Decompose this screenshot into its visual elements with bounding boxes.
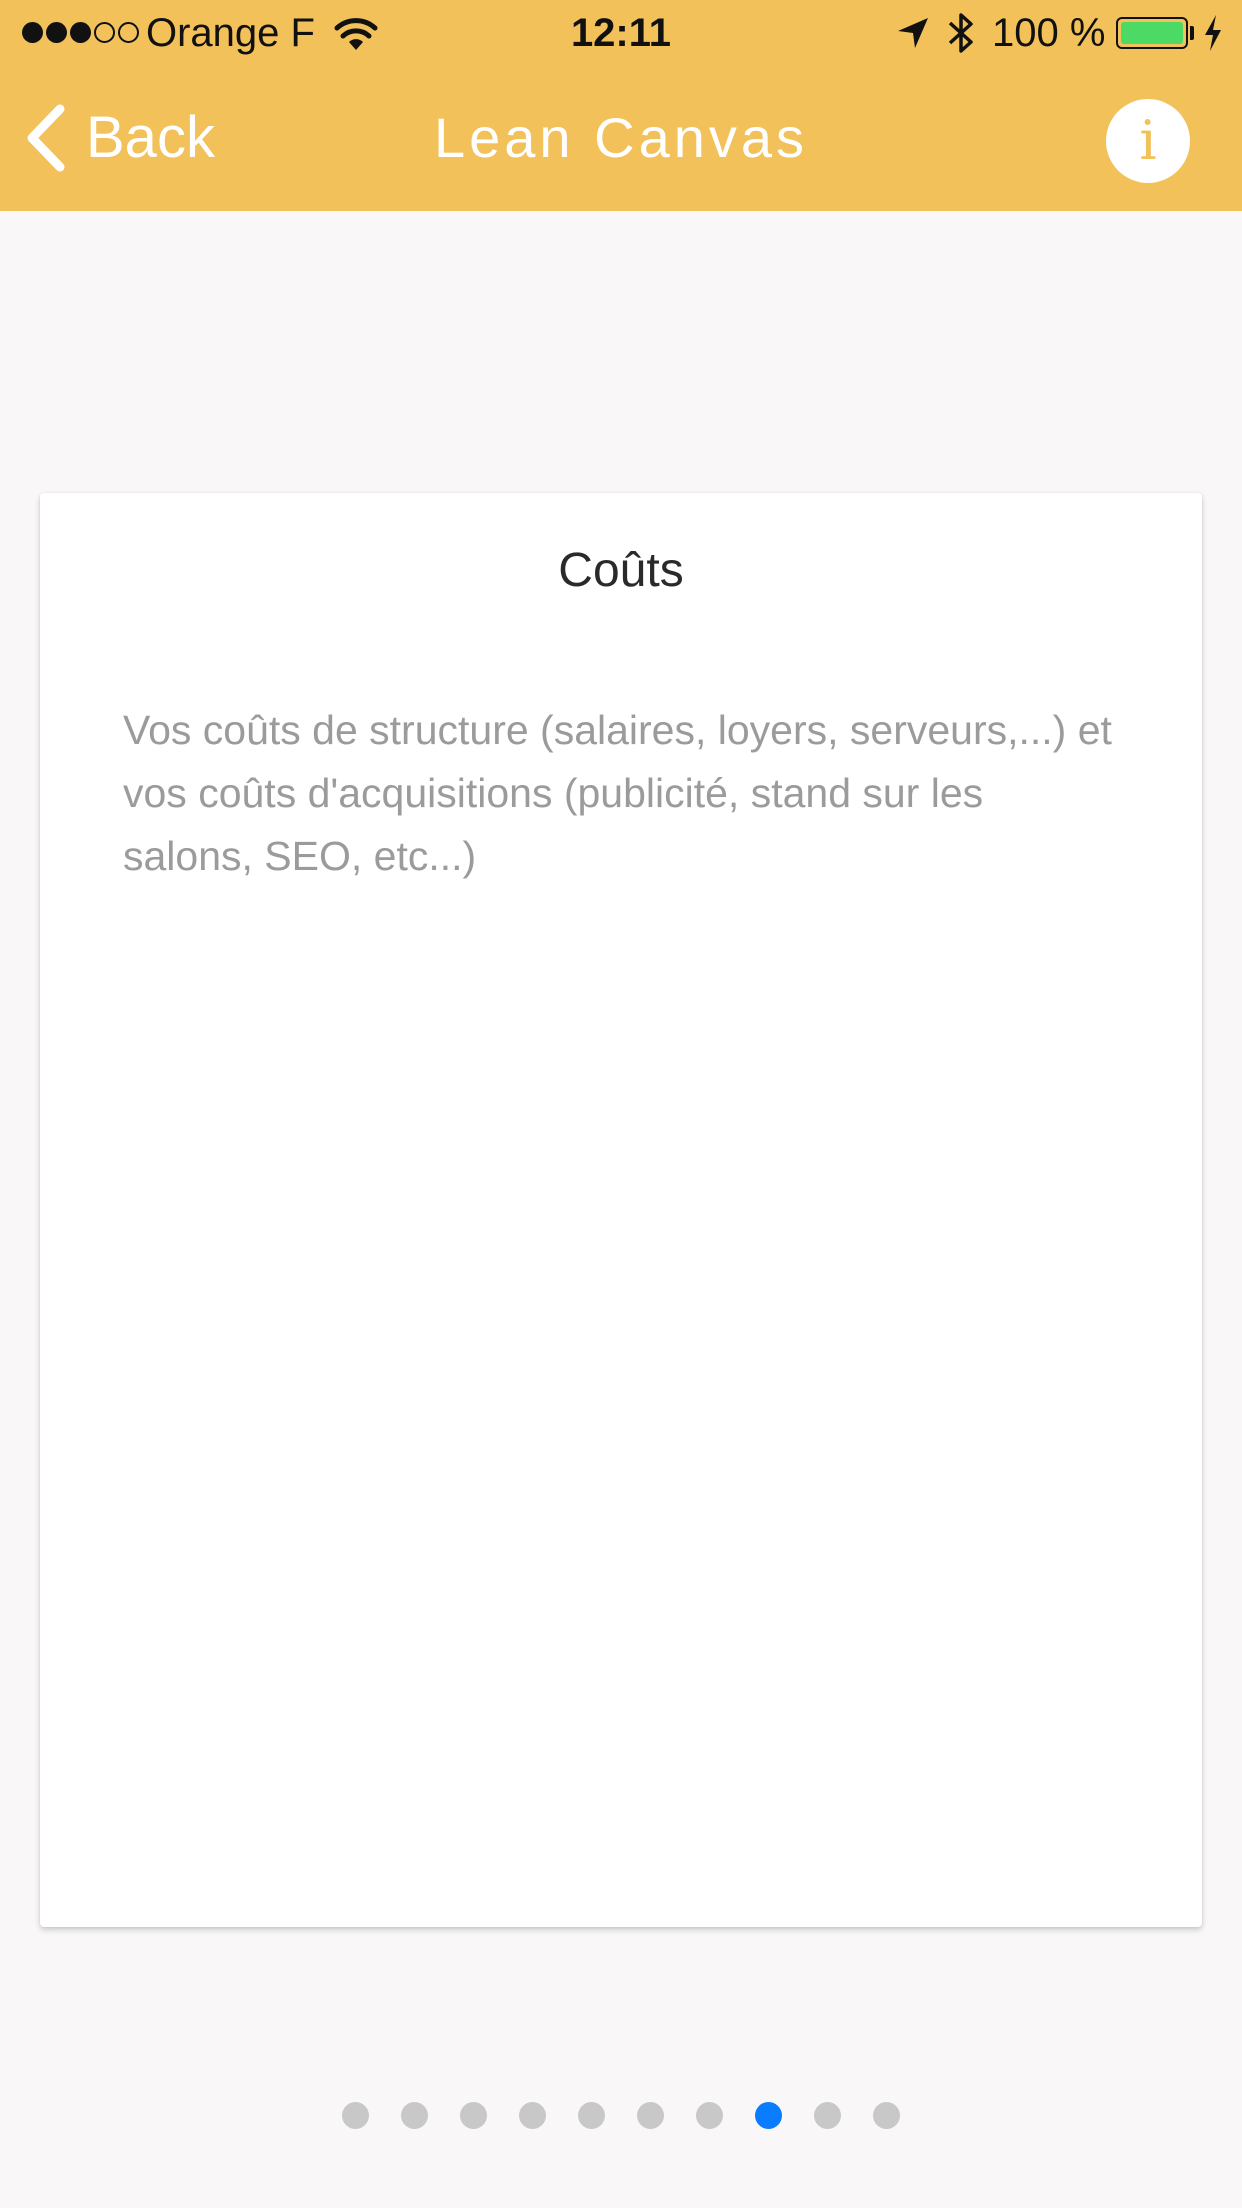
- page-title: Lean Canvas: [433, 106, 808, 169]
- page-dot[interactable]: [696, 2102, 723, 2129]
- card-title: Coûts: [558, 544, 684, 597]
- page-dot[interactable]: [637, 2102, 664, 2129]
- battery-level-fill: [1121, 22, 1183, 44]
- page-dot[interactable]: [342, 2102, 369, 2129]
- location-arrow-icon: [898, 18, 928, 48]
- charging-bolt-icon: [1205, 15, 1221, 51]
- bluetooth-icon: [948, 13, 973, 53]
- page-indicator[interactable]: [0, 2102, 1242, 2129]
- page-dot[interactable]: [460, 2102, 487, 2129]
- page-dot[interactable]: [519, 2102, 546, 2129]
- page-dot[interactable]: [814, 2102, 841, 2129]
- battery-percentage: 100 %: [992, 11, 1106, 55]
- battery-cap: [1190, 26, 1194, 40]
- page-dot-active[interactable]: [755, 2102, 782, 2129]
- header: Orange F 12:11 100 % Back Lean Canvas i: [0, 0, 1242, 211]
- info-icon: i: [1139, 109, 1157, 172]
- canvas-block-card[interactable]: Coûts Vos coûts de structure (salaires, …: [40, 493, 1202, 1927]
- page-dot[interactable]: [873, 2102, 900, 2129]
- page-dot[interactable]: [578, 2102, 605, 2129]
- info-button[interactable]: i: [1106, 99, 1190, 183]
- status-bar: Orange F 12:11 100 %: [0, 0, 1242, 64]
- card-description: Vos coûts de structure (salaires, loyers…: [123, 707, 1112, 879]
- battery-icon: [1116, 17, 1188, 49]
- page-dot[interactable]: [401, 2102, 428, 2129]
- navigation-bar: Back Lean Canvas i: [0, 64, 1242, 211]
